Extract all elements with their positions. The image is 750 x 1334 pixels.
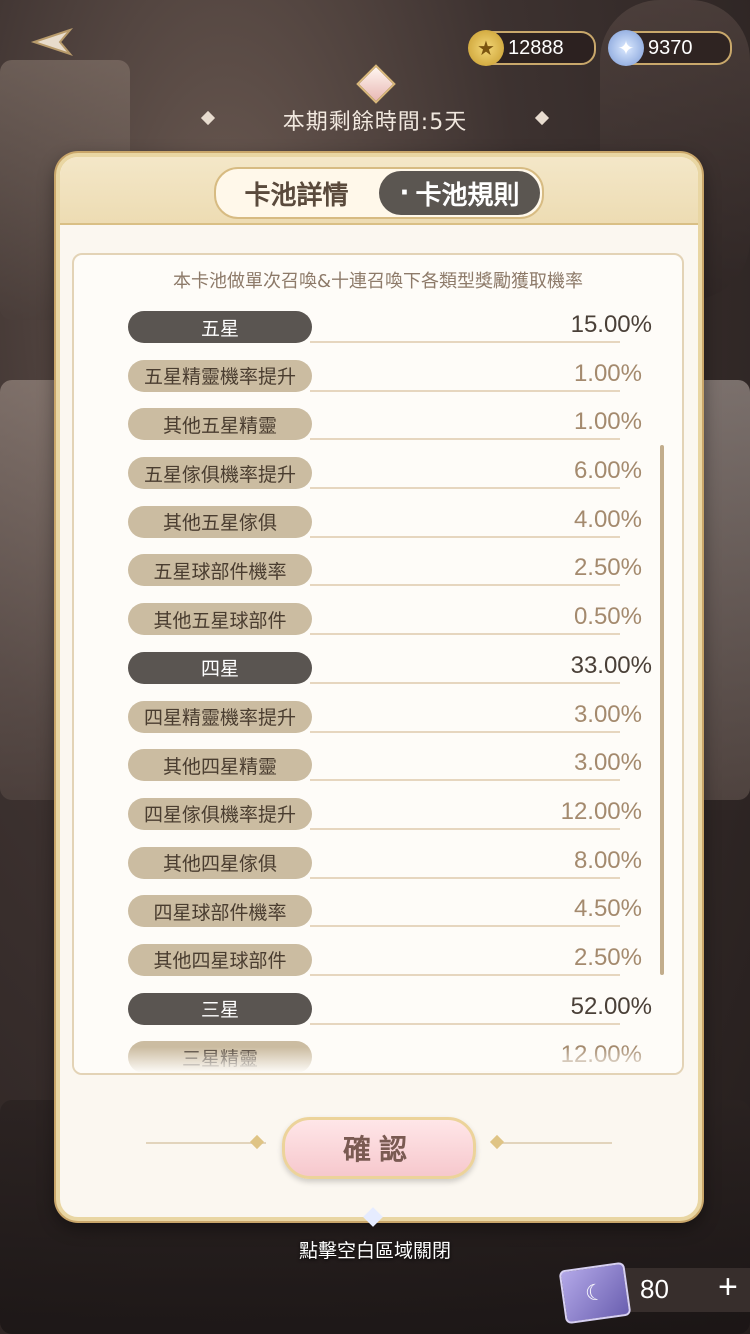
probability-intro: 本卡池做單次召喚&十連召喚下各類型獎勵獲取機率 — [172, 271, 584, 292]
probability-row: 四星傢俱機率提升 12.00% — [74, 796, 682, 845]
category-label: 其他五星球部件 — [128, 603, 312, 636]
gold-counter: ★ 12888 — [468, 30, 596, 66]
category-label: 五星精靈機率提升 — [128, 359, 312, 392]
category-label: 其他四星精靈 — [128, 749, 312, 782]
category-label: 五星球部件機率 — [128, 554, 312, 587]
probability-value: 3.00% — [573, 700, 642, 728]
tab-label: 卡池詳情 — [244, 180, 349, 211]
category-label: 四星精靈機率提升 — [128, 700, 312, 733]
probability-row: 其他五星傢俱 4.00% — [74, 504, 682, 553]
category-label: 三星 — [128, 992, 312, 1025]
summon-ticket-icon: ☾ — [558, 1261, 632, 1325]
category-label: 四星 — [128, 651, 312, 684]
pool-rules-modal: 卡池詳情 · 卡池規則 本卡池做單次召喚&十連召喚下各類型獎勵獲取機率 五星 15… — [56, 153, 702, 1221]
probability-row: 其他四星傢俱 8.00% — [74, 845, 682, 894]
category-label: 四星球部件機率 — [128, 895, 312, 928]
rarity-header-row: 三星 52.00% — [74, 991, 682, 1040]
modal-header: 卡池詳情 · 卡池規則 — [60, 157, 698, 225]
row-divider — [310, 973, 620, 976]
diamond-value: 9370 — [648, 36, 693, 59]
row-divider — [310, 535, 620, 538]
divider — [146, 1142, 266, 1144]
rarity-header-row: 五星 15.00% — [74, 309, 682, 358]
confirm-label: 確認 — [342, 1133, 415, 1166]
probability-list[interactable]: 本卡池做單次召喚&十連召喚下各類型獎勵獲取機率 五星 15.00% 五星精靈機率提升… — [72, 253, 684, 1075]
tab-group: 卡池詳情 · 卡池規則 — [214, 167, 544, 219]
period-remaining: 本期剩餘時間:5天 — [282, 110, 468, 135]
tab-pool-rules[interactable]: · 卡池規則 — [379, 171, 540, 215]
category-label: 四星傢俱機率提升 — [128, 797, 312, 830]
probability-value: 33.00% — [570, 651, 652, 679]
category-label: 五星 — [128, 311, 312, 343]
probability-value: 1.00% — [573, 359, 642, 387]
gold-coin-icon: ★ — [468, 30, 504, 66]
back-button[interactable] — [20, 22, 80, 62]
probability-value: 4.00% — [573, 505, 642, 533]
row-divider — [310, 633, 620, 636]
gold-value: 12888 — [508, 36, 564, 59]
scrollbar[interactable] — [660, 445, 664, 975]
probability-row: 五星傢俱機率提升 6.00% — [74, 455, 682, 504]
probability-value: 2.50% — [573, 943, 642, 971]
row-divider — [310, 584, 620, 587]
probability-row: 五星球部件機率 2.50% — [74, 552, 682, 601]
row-divider — [310, 341, 620, 343]
row-divider — [310, 487, 620, 490]
confirm-button[interactable]: 確認 — [282, 1117, 476, 1179]
probability-value: 1.00% — [573, 408, 642, 436]
probability-value: 6.00% — [573, 457, 642, 485]
probability-value: 3.00% — [573, 749, 642, 777]
tab-pool-details[interactable]: 卡池詳情 — [216, 169, 377, 217]
probability-value: 8.00% — [573, 846, 642, 874]
row-divider — [310, 730, 620, 733]
row-divider — [310, 827, 620, 830]
ornament-gem-icon — [356, 64, 396, 104]
row-divider — [310, 1022, 620, 1025]
probability-value: 15.00% — [570, 311, 652, 338]
row-divider — [310, 876, 620, 879]
tab-label: 卡池規則 — [415, 180, 520, 211]
probability-value: 2.50% — [573, 554, 642, 582]
divider — [492, 1142, 612, 1144]
probability-row: 四星球部件機率 4.50% — [74, 893, 682, 942]
back-arrow-icon — [30, 27, 74, 57]
probability-row: 五星精靈機率提升 1.00% — [74, 358, 682, 407]
diamond-ornament-icon — [249, 1134, 265, 1150]
probability-value: 0.50% — [573, 603, 642, 631]
rarity-header-row: 四星 33.00% — [74, 650, 682, 699]
row-divider — [310, 925, 620, 928]
ticket-count: 80 — [640, 1274, 669, 1304]
probability-row: 其他四星精靈 3.00% — [74, 747, 682, 796]
category-label: 其他四星傢俱 — [128, 846, 312, 879]
diamond-counter: ✦ 9370 — [608, 30, 732, 66]
probability-row: 其他五星球部件 0.50% — [74, 601, 682, 650]
close-hint: 點擊空白區域關閉 — [298, 1240, 451, 1262]
probability-row: 四星精靈機率提升 3.00% — [74, 699, 682, 748]
diamond-icon: ✦ — [608, 30, 644, 66]
category-label: 五星傢俱機率提升 — [128, 457, 312, 490]
probability-value: 12.00% — [560, 797, 642, 825]
tab-dot: · — [399, 178, 410, 208]
category-label: 其他四星球部件 — [128, 943, 312, 976]
row-divider — [310, 438, 620, 441]
category-label: 其他五星傢俱 — [128, 505, 312, 538]
probability-rows: 五星 15.00% 五星精靈機率提升 1.00% 其他五星精靈 1.00% 五星傢俱機率提升… — [74, 309, 682, 1073]
category-label: 其他五星精靈 — [128, 408, 312, 441]
probability-value: 52.00% — [570, 992, 652, 1020]
probability-row: 其他五星精靈 1.00% — [74, 406, 682, 455]
add-ticket-button[interactable]: + — [718, 1268, 738, 1307]
probability-row: 其他四星球部件 2.50% — [74, 942, 682, 991]
row-divider — [310, 389, 620, 392]
row-divider — [310, 779, 620, 782]
diamond-ornament-icon — [489, 1134, 505, 1150]
row-divider — [310, 681, 620, 684]
fade-overlay — [74, 1047, 682, 1073]
probability-value: 4.50% — [573, 895, 642, 923]
